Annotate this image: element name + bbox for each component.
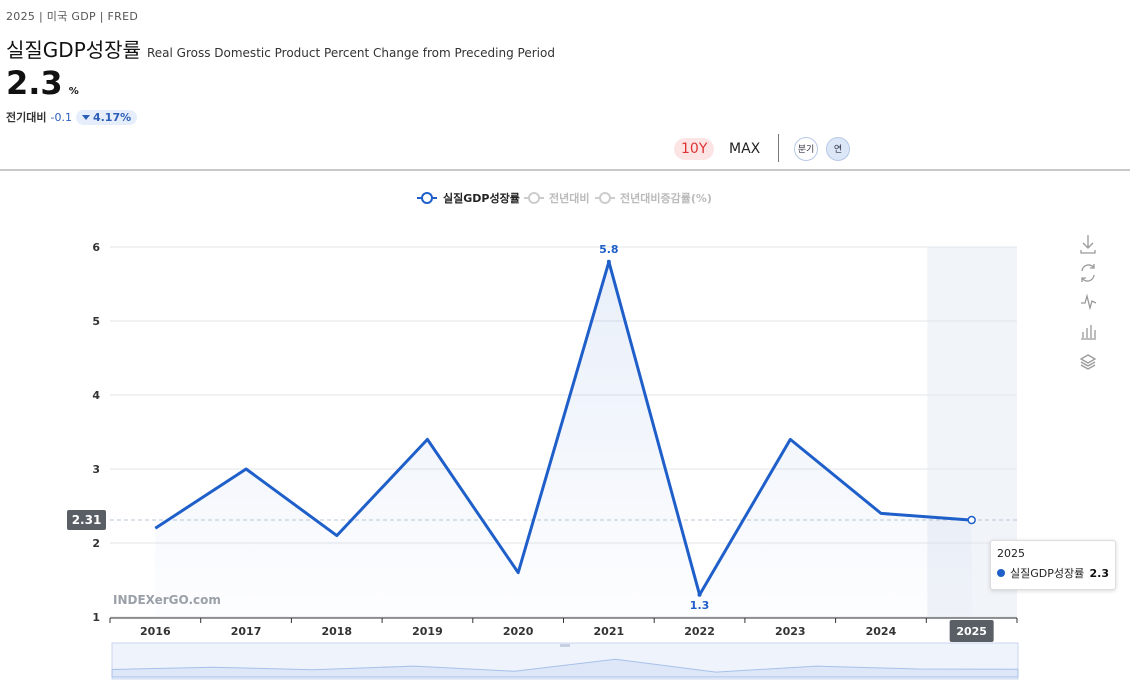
y-axis: 1 2 3 4 5 6 (92, 241, 100, 624)
freq-quarter-button[interactable]: 분기 (794, 137, 818, 161)
header-divider (0, 169, 1130, 171)
data-point[interactable] (697, 592, 702, 597)
range-10y-button[interactable]: 10Y (674, 138, 715, 160)
range-navigator[interactable] (111, 642, 1019, 680)
legend-item-yoy-pct[interactable]: 전년대비증감률(%) (595, 191, 712, 205)
tooltip-series-dot (997, 569, 1005, 577)
x-tick-label: 2018 (321, 625, 352, 638)
x-tick-label: 2021 (594, 625, 625, 638)
current-value-tag: 2.31 (67, 510, 106, 531)
watermark: INDEXerGO.com (113, 593, 221, 607)
y-tick-label: 4 (92, 389, 100, 402)
legend-item-yoy[interactable]: 전년대비 (524, 191, 589, 205)
data-point[interactable] (606, 259, 611, 264)
data-label: 5.8 (599, 243, 619, 256)
triangle-down-icon (81, 114, 90, 120)
tooltip-series-name: 실질GDP성장률 (1010, 567, 1085, 580)
range-max-button[interactable]: MAX (722, 138, 767, 160)
y-tick-label: 1 (92, 611, 100, 624)
x-tick-label: 2019 (412, 625, 443, 638)
data-label: 1.3 (690, 599, 710, 612)
y-tick-label: 3 (92, 463, 100, 476)
x-tick-label: 2023 (775, 625, 806, 638)
divider (778, 134, 779, 162)
tooltip-value: 2.3 (1089, 566, 1110, 580)
chart-toolbar (1079, 235, 1097, 370)
line-chart-icon[interactable] (1081, 293, 1097, 311)
x-tick-label: 2020 (503, 625, 534, 638)
source-meta: 2025 | 미국 GDP | FRED (6, 10, 139, 23)
layers-icon[interactable] (1079, 354, 1097, 370)
current-value-tag-label: 2.31 (72, 513, 102, 527)
change-row: 전기대비 -0.1 4.17% (6, 109, 138, 125)
x-tick-label: 2025 (956, 625, 987, 638)
legend-item-gdp[interactable]: 실질GDP성장률 (417, 191, 520, 205)
tooltip-year: 2025 (997, 547, 1025, 560)
x-tick-label: 2016 (140, 625, 171, 638)
x-tick-label: 2017 (231, 625, 262, 638)
x-tick-label: 2024 (866, 625, 897, 638)
tooltip-row: 실질GDP성장률 2.3 (997, 565, 1109, 581)
legend: 실질GDP성장률 전년대비 전년대비증감률(%) (417, 191, 712, 205)
value-unit: % (68, 86, 79, 97)
series-area (155, 261, 972, 617)
y-tick-label: 6 (92, 241, 100, 254)
chart-area: 실질GDP성장률 전년대비 전년대비증감률(%) 1 2 3 4 5 6 2016 2017… (67, 191, 1097, 680)
legend-marker-icon (421, 192, 433, 204)
x-tick-label: 2022 (684, 625, 715, 638)
change-pct-badge: 4.17% (75, 109, 138, 125)
download-icon[interactable] (1080, 235, 1096, 254)
y-tick-label: 5 (92, 315, 100, 328)
change-pct: 4.17% (92, 110, 132, 124)
navigator-handle[interactable] (560, 644, 570, 647)
page-subtitle: Real Gross Domestic Product Percent Chan… (146, 46, 555, 60)
x-axis: 2016 2017 2018 2019 2020 2021 2022 2023 2024 2025 (109, 617, 1018, 642)
refresh-icon[interactable] (1081, 264, 1095, 282)
current-value-row: 2.3 % (6, 64, 79, 102)
legend-label-gdp: 실질GDP성장률 (443, 191, 520, 205)
change-label: 전기대비 (6, 111, 47, 124)
current-value: 2.3 (6, 64, 63, 102)
legend-marker-icon (528, 192, 540, 204)
legend-label-yoy: 전년대비 (549, 191, 589, 205)
y-tick-label: 2 (92, 537, 100, 550)
tooltip: 2025 실질GDP성장률 2.3 (990, 540, 1116, 590)
title-row: 실질GDP성장률 Real Gross Domestic Product Per… (6, 34, 555, 63)
legend-marker-icon (599, 192, 611, 204)
page-title: 실질GDP성장률 (6, 38, 141, 62)
freq-year-button[interactable]: 연 (826, 137, 850, 161)
data-point-active[interactable] (967, 515, 976, 525)
legend-label-yoy-pct: 전년대비증감률(%) (620, 191, 712, 205)
change-value: -0.1 (50, 110, 72, 124)
bar-chart-icon[interactable] (1081, 325, 1096, 340)
